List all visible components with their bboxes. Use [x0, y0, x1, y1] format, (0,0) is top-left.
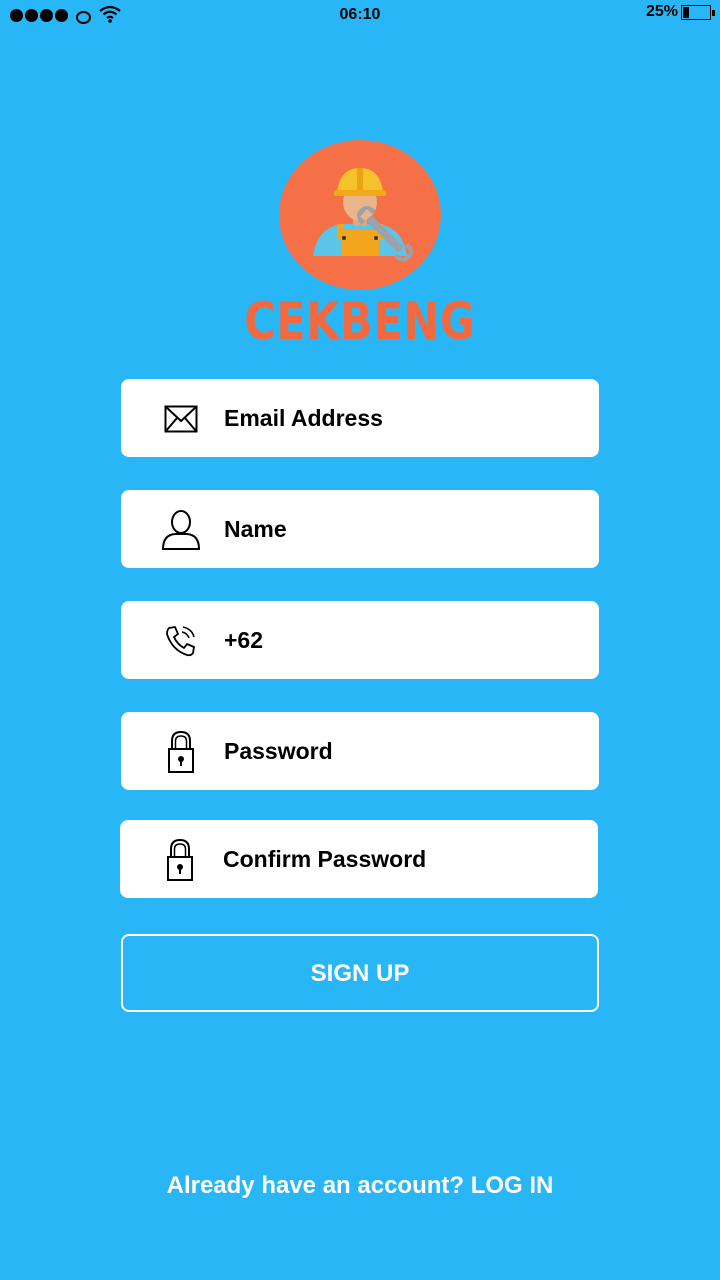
status-time: 06:10: [339, 6, 381, 23]
battery-percent: 25%: [646, 3, 679, 20]
phone-prefix: +62: [224, 627, 264, 653]
confirm-password-field[interactable]: Confirm Password: [120, 820, 598, 898]
brand-name: CEKBENG: [244, 292, 476, 352]
email-placeholder: Email Address: [224, 405, 383, 431]
battery-icon: [681, 5, 715, 20]
login-prompt: Already have an account? LOG IN: [0, 1172, 720, 1200]
user-icon: [159, 508, 203, 552]
confirm-password-placeholder: Confirm Password: [223, 846, 427, 872]
lock-icon: [159, 730, 203, 774]
email-field[interactable]: Email Address: [121, 379, 599, 457]
app-logo: [279, 140, 441, 290]
name-placeholder: Name: [224, 516, 287, 542]
envelope-icon: [159, 397, 203, 441]
phone-field[interactable]: +62: [121, 601, 599, 679]
mechanic-worker-icon: [279, 140, 441, 290]
login-link[interactable]: LOG IN: [471, 1172, 554, 1199]
name-field[interactable]: Name: [121, 490, 599, 568]
lock-icon: [158, 838, 202, 882]
login-prompt-text: Already have an account?: [166, 1172, 465, 1199]
password-field[interactable]: Password: [121, 712, 599, 790]
password-placeholder: Password: [224, 738, 333, 764]
phone-icon: [159, 619, 203, 663]
status-bar: 06:10 25%: [0, 0, 720, 30]
sign-up-button[interactable]: SIGN UP: [121, 934, 599, 1012]
